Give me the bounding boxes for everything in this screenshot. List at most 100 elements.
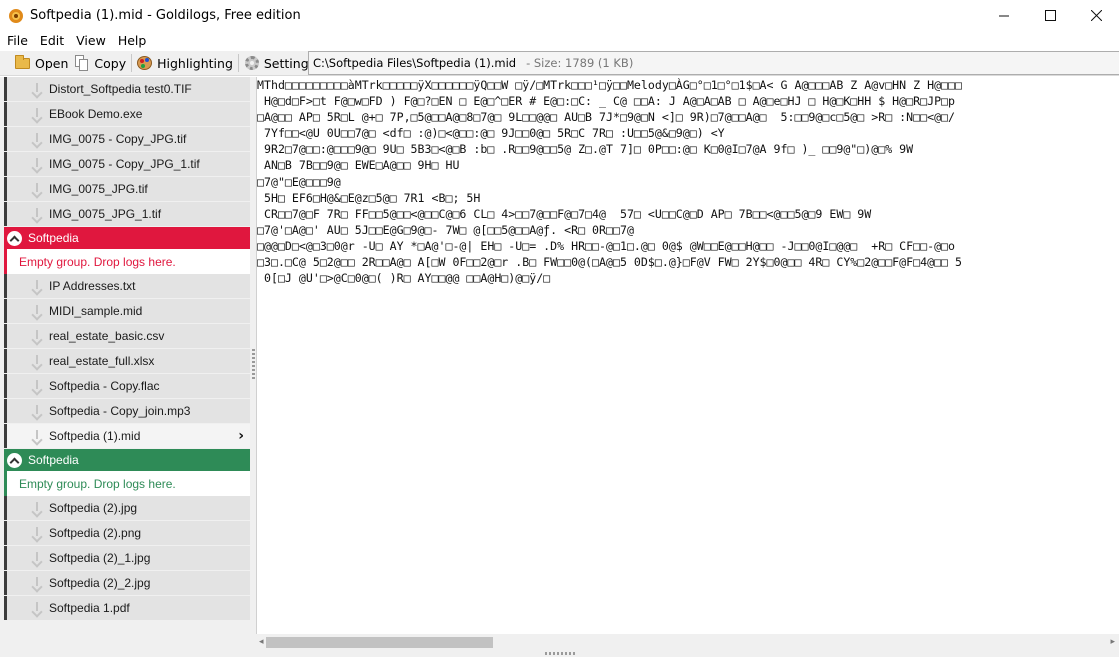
log-file-name: Softpedia - Copy.flac [49,379,160,393]
download-arrow-icon [31,157,43,171]
log-file-row[interactable]: real_estate_basic.csv [4,324,250,349]
log-file-row[interactable]: IMG_0075_JPG_1.tif [4,202,250,227]
file-path-bar: C:\Softpedia Files\Softpedia (1).mid - S… [308,51,1119,75]
row-marker [4,127,7,151]
group-empty-dropzone[interactable]: Empty group. Drop logs here. [4,249,250,274]
close-button[interactable] [1073,0,1119,31]
log-file-name: Softpedia (2)_2.jpg [49,576,151,590]
log-line[interactable]: H@□d□F>□t F@□w□FD ) F@□?□EN □ E@□^□ER # … [257,94,955,108]
horizontal-scrollbar[interactable]: ◂ ▸ [256,634,1119,651]
log-line[interactable]: CR□□7@□F 7R□ FF□□5@□□<@□□C@□6 CL□ 4>□□7@… [257,207,871,221]
log-file-row[interactable]: Softpedia 1.pdf [4,596,250,621]
log-content-view[interactable]: MThd□□□□□□□□□àMTrk□□□□□ÿX□□□□□□ÿQ□□W □ÿ/… [256,77,1119,634]
log-file-row[interactable]: Softpedia (2).jpg [4,496,250,521]
group-name: Softpedia [28,453,79,467]
collapse-icon[interactable] [7,230,22,246]
log-file-name: Distort_Softpedia test0.TIF [49,82,192,96]
file-size: - Size: 1789 (1 KB) [526,56,634,70]
log-file-name: IMG_0075 - Copy_JPG_1.tif [49,157,200,171]
log-file-name: IMG_0075_JPG.tif [49,182,148,196]
log-file-row[interactable]: Softpedia - Copy_join.mp3 [4,399,250,424]
row-marker [4,399,7,423]
log-file-row[interactable]: IMG_0075 - Copy_JPG_1.tif [4,152,250,177]
download-arrow-icon [31,207,43,221]
log-file-row[interactable]: IP Addresses.txt [4,274,250,299]
log-line[interactable]: □3□.□C@ 5□2@□□ 2R□□A@□ A[□W 0F□□2@□r .B□… [257,255,962,269]
log-line[interactable]: □7@'□A@□' AU□ 5J□□E@G□9@□- 7W□ @[□□5@□□A… [257,223,634,237]
row-marker [4,521,7,545]
collapse-icon[interactable] [7,452,22,468]
log-list-sidebar: Distort_Softpedia test0.TIF EBook Demo.ex… [0,77,251,651]
log-file-name: real_estate_basic.csv [49,329,165,343]
download-arrow-icon [31,601,43,615]
highlighting-label: Highlighting [157,55,233,71]
row-marker [4,299,7,323]
close-icon [1090,10,1102,21]
row-marker [4,596,7,620]
row-marker [4,274,7,298]
log-file-name: IMG_0075 - Copy_JPG.tif [49,132,187,146]
download-arrow-icon [31,132,43,146]
download-arrow-icon [31,551,43,565]
splitter-grip[interactable] [252,349,255,379]
log-line[interactable]: 7Yf□□<@U 0U□□7@□ <df□ :@)□<@□□:@□ 9J□□0@… [257,126,725,140]
scrollbar-thumb[interactable] [266,637,493,648]
log-line[interactable]: 9R2□7@□□:@□□□9@□ 9U□ 5B3□<@□B :b□ .R□□9@… [257,142,913,156]
chevron-right-icon: › [238,428,244,444]
log-file-row[interactable]: Softpedia (2)_2.jpg [4,571,250,596]
log-file-row[interactable]: MIDI_sample.mid [4,299,250,324]
group-empty-dropzone[interactable]: Empty group. Drop logs here. [4,471,250,496]
log-line[interactable]: AN□B 7B□□9@□ EWE□A@□□ 9H□ HU [257,158,459,172]
download-arrow-icon [31,501,43,515]
menu-help[interactable]: Help [112,31,153,51]
log-line[interactable]: □A@□□ AP□ 5R□L @+□ 7P,□5@□□A@□8□7@□ 9L□□… [257,110,955,124]
log-file-name: real_estate_full.xlsx [49,354,155,368]
row-marker [4,77,7,101]
row-marker [4,202,7,226]
download-arrow-icon [31,82,43,96]
minimize-icon [998,15,1009,17]
highlighting-button[interactable]: Highlighting [134,52,236,75]
gear-icon [244,55,260,71]
open-label: Open [35,55,69,71]
download-arrow-icon [31,329,43,343]
download-arrow-icon [31,304,43,318]
maximize-button[interactable] [1027,0,1073,31]
log-text[interactable]: MThd□□□□□□□□□àMTrk□□□□□ÿX□□□□□□ÿQ□□W □ÿ/… [257,77,1119,286]
log-file-row[interactable]: EBook Demo.exe [4,102,250,127]
group-header[interactable]: Softpedia [4,227,250,249]
log-file-row[interactable]: IMG_0075 - Copy_JPG.tif [4,127,250,152]
log-line[interactable]: MThd□□□□□□□□□àMTrk□□□□□ÿX□□□□□□ÿQ□□W □ÿ/… [257,78,962,92]
copy-button[interactable]: Copy [71,52,129,75]
scroll-right-icon[interactable]: ▸ [1110,637,1115,647]
row-marker [4,349,7,373]
group-softpedia-green: Softpedia Empty group. Drop logs here. [0,449,251,496]
maximize-icon [1044,10,1056,21]
minimize-button[interactable] [981,0,1027,31]
log-file-name: Softpedia (2).png [49,526,142,540]
settings-button[interactable]: Settings [241,52,318,75]
open-button[interactable]: Open [12,52,71,75]
goldilogs-app-icon [8,8,24,24]
log-file-row[interactable]: Softpedia (1).mid › [4,424,250,449]
log-line[interactable]: 5H□ EF6□H@&□E@z□5@□ 7R1 <B□; 5H [257,191,480,205]
menu-edit[interactable]: Edit [34,31,70,51]
log-line[interactable]: 0[□J @U'□>@C□0@□( )R□ AY□□@@ □□A@H□)@□ÿ/… [257,271,550,285]
log-file-name: EBook Demo.exe [49,107,143,121]
download-arrow-icon [31,526,43,540]
menu-file[interactable]: File [0,31,34,51]
log-file-row[interactable]: Softpedia (2)_1.jpg [4,546,250,571]
download-arrow-icon [31,576,43,590]
menu-view[interactable]: View [70,31,112,51]
resize-grip[interactable] [545,652,575,655]
menu-bar: File Edit View Help [0,31,1119,51]
log-file-row[interactable]: real_estate_full.xlsx [4,349,250,374]
log-line[interactable]: □@@□D□<@□3□0@r -U□ AY *□A@'□-@| EH□ -U□=… [257,239,955,253]
log-file-row[interactable]: Softpedia (2).png [4,521,250,546]
log-file-row[interactable]: Distort_Softpedia test0.TIF [4,77,250,102]
log-line[interactable]: □7@"□E@□□□9@ [257,175,341,189]
log-file-row[interactable]: IMG_0075_JPG.tif [4,177,250,202]
group-header[interactable]: Softpedia [4,449,250,471]
log-file-row[interactable]: Softpedia - Copy.flac [4,374,250,399]
scroll-left-icon[interactable]: ◂ [259,637,264,647]
